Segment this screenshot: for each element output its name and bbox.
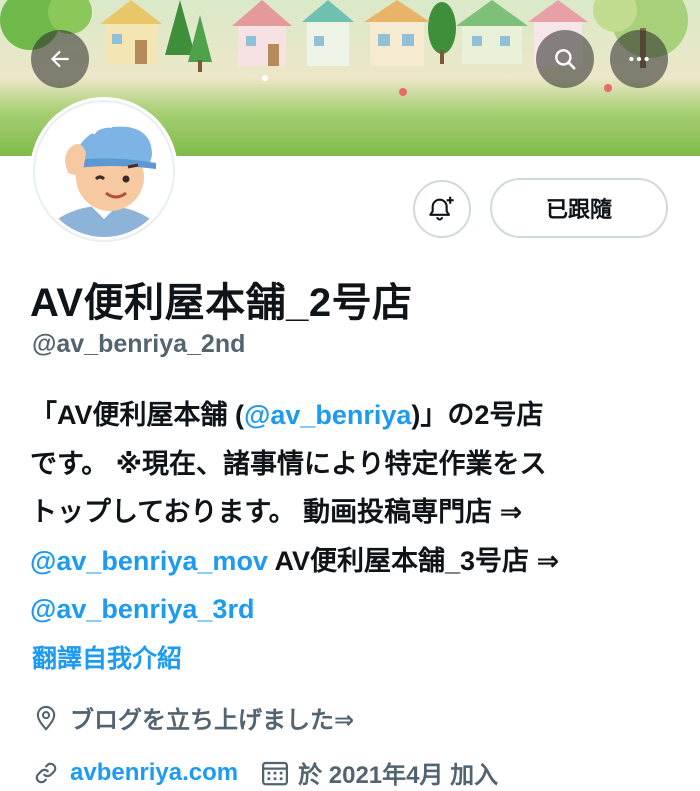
bio-text: 「AV便利屋本舗 ( — [30, 400, 244, 430]
location-text: ブログを立ち上げました⇒ — [70, 707, 355, 734]
bio-text: AV便利屋本舗_3号店 ⇒ — [267, 545, 560, 576]
following-button[interactable]: 已跟隨 — [490, 178, 668, 238]
more-horizontal-icon — [629, 56, 649, 62]
search-icon — [555, 49, 576, 70]
calendar-icon — [262, 761, 289, 785]
back-button[interactable] — [31, 30, 89, 88]
display-name: AV便利屋本舗_2号店 — [30, 281, 413, 325]
avatar[interactable] — [30, 97, 178, 245]
search-button[interactable] — [536, 30, 594, 88]
website-link[interactable]: avbenriya.com — [70, 759, 238, 787]
location-row: ブログを立ち上げました⇒ — [32, 700, 354, 735]
bio-text: )」の2号店 — [411, 400, 544, 430]
website-item: avbenriya.com — [32, 759, 238, 787]
mention-link[interactable]: @av_benriya_3rd — [30, 594, 254, 624]
bio-line-3: トップしております。 動画投稿専門店 ⇒ — [30, 497, 523, 527]
bio-line-1: 「AV便利屋本舗 (@av_benriya)」の2号店 — [30, 391, 690, 440]
joined-item: 於 2021年4月 加入 — [260, 755, 498, 790]
more-button[interactable] — [610, 30, 668, 88]
joined-text: 於 2021年4月 加入 — [298, 762, 499, 789]
location-pin-icon — [36, 705, 56, 731]
mention-link[interactable]: @av_benriya — [244, 400, 411, 430]
translate-bio-link[interactable]: 翻譯自我介紹 — [32, 639, 182, 675]
bell-plus-icon — [429, 196, 454, 221]
link-icon — [35, 762, 57, 783]
bio-line-2: です。 ※現在、諸事情により特定作業をス — [30, 448, 547, 479]
avatar-illustration — [33, 100, 175, 242]
mention-link[interactable]: @av_benriya_mov — [30, 546, 268, 576]
notify-button[interactable] — [413, 180, 471, 238]
website-joined-row: avbenriya.com 於 2021年4月 加入 — [32, 755, 498, 790]
bio-line-5: @av_benriya_3rd — [30, 585, 690, 634]
arrow-left-icon — [50, 50, 69, 68]
profile-bio: 「AV便利屋本舗 (@av_benriya)」の2号店 です。 ※現在、諸事情に… — [30, 391, 690, 634]
bio-line-4: @av_benriya_mov AV便利屋本舗_3号店 ⇒ — [30, 537, 690, 586]
user-handle: @av_benriya_2nd — [32, 330, 246, 358]
